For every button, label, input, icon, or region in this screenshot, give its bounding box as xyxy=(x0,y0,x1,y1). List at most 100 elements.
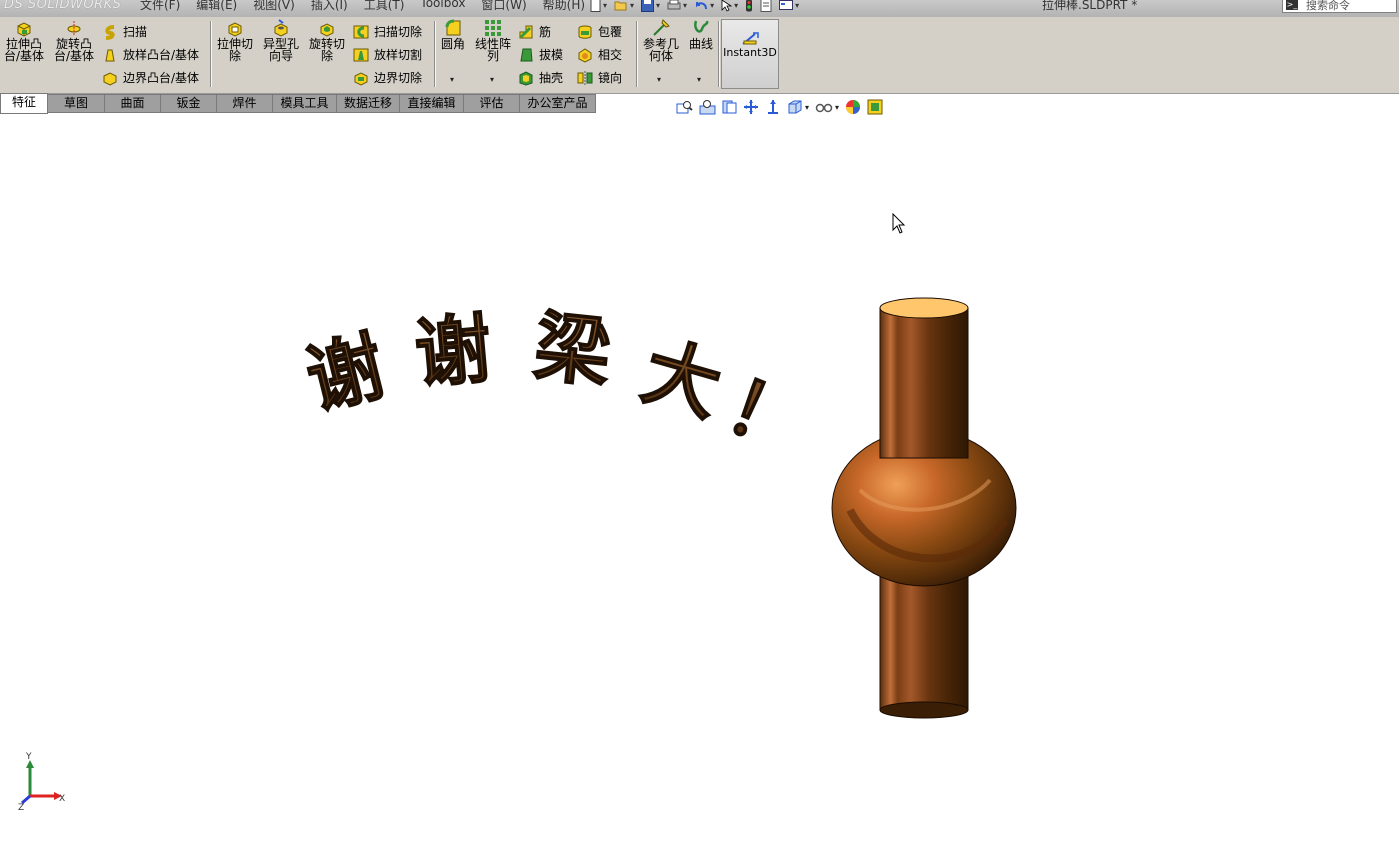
menu-help[interactable]: 帮助(H) xyxy=(543,0,585,13)
swept-cut-icon xyxy=(353,25,369,38)
save-icon xyxy=(641,0,655,12)
rib-button[interactable]: 筋 xyxy=(518,23,551,40)
draft-button[interactable]: 拔模 xyxy=(518,46,563,63)
tab-surfaces[interactable]: 曲面 xyxy=(105,94,161,113)
menu-toolbox[interactable]: Toolbox xyxy=(420,0,465,13)
upper-cylinder xyxy=(879,307,969,459)
solidworks-logo: DS SOLIDWORKS xyxy=(4,0,122,12)
menu-file[interactable]: 文件(F) xyxy=(140,0,180,13)
quick-access-toolbar: ▾ ▾ ▾ ▾ ▾ ▾ ▾ xyxy=(588,0,801,12)
swept-cut-button[interactable]: 扫描切除 xyxy=(353,23,422,40)
document-properties-icon xyxy=(760,0,772,12)
hole-wizard-label: 异型孔 向导 xyxy=(263,37,300,63)
open-folder-icon xyxy=(614,1,627,11)
revolved-boss-button[interactable]: 旋转凸 台/基体 xyxy=(54,19,94,62)
lofted-cut-button[interactable]: 放样切割 xyxy=(353,46,422,63)
boundary-cut-label: 边界切除 xyxy=(374,71,423,85)
rib-label: 筋 xyxy=(539,25,552,39)
revolved-cut-icon xyxy=(320,23,334,37)
boundary-boss-button[interactable]: 边界凸台/基体 xyxy=(102,69,199,86)
reference-geometry-label: 参考几 何体 xyxy=(643,37,680,63)
reference-geometry-dropdown-arrow[interactable]: ▾ xyxy=(657,75,661,84)
tab-office-products[interactable]: 办公室产品 xyxy=(520,94,596,113)
print-icon xyxy=(667,0,681,10)
display-style-button[interactable]: ▾ xyxy=(787,99,809,115)
undo-button[interactable]: ▾ xyxy=(692,0,716,12)
linear-pattern-dropdown-arrow[interactable]: ▾ xyxy=(490,75,494,84)
cube-display-icon xyxy=(788,100,802,114)
previous-view-button[interactable] xyxy=(722,99,737,115)
menu-window[interactable]: 窗口(W) xyxy=(481,0,526,13)
search-commands-input[interactable]: >_ 搜索命令 xyxy=(1282,0,1397,13)
zoom-to-area-button[interactable] xyxy=(699,99,716,115)
file-properties-button[interactable] xyxy=(758,0,774,12)
heads-up-view-toolbar: ▾ ▾ xyxy=(676,99,883,115)
new-document-button[interactable]: ▾ xyxy=(588,0,609,12)
open-button[interactable]: ▾ xyxy=(612,0,636,12)
document-title: 拉伸棒.SLDPRT * xyxy=(1042,0,1138,12)
menu-tools[interactable]: 工具(T) xyxy=(364,0,405,13)
print-button[interactable]: ▾ xyxy=(665,0,689,12)
select-button[interactable]: ▾ xyxy=(719,0,740,12)
lofted-boss-button[interactable]: 放样凸台/基体 xyxy=(102,46,199,63)
curves-dropdown-arrow[interactable]: ▾ xyxy=(697,75,701,84)
mirror-button[interactable]: 镜向 xyxy=(577,69,622,86)
boundary-cut-button[interactable]: 边界切除 xyxy=(353,69,422,86)
tab-direct-editing[interactable]: 直接编辑 xyxy=(400,94,464,113)
curves-icon xyxy=(694,20,709,33)
tab-sheet-metal[interactable]: 钣金 xyxy=(161,94,217,113)
swept-boss-button[interactable]: 扫描 xyxy=(102,23,147,40)
boundary-boss-label: 边界凸台/基体 xyxy=(123,71,200,85)
view-orientation-icon xyxy=(768,100,778,114)
instant3d-button[interactable]: Instant3D xyxy=(721,19,779,89)
options-button[interactable]: ▾ xyxy=(777,0,801,12)
linear-pattern-icon xyxy=(485,20,501,36)
boundary-boss-icon xyxy=(103,71,117,86)
view-orientation-button[interactable] xyxy=(765,99,781,115)
swept-boss-label: 扫描 xyxy=(123,25,148,39)
hide-show-items-button[interactable]: ▾ xyxy=(815,99,839,115)
greeting-char: ！ xyxy=(714,361,810,460)
save-button[interactable]: ▾ xyxy=(639,0,662,12)
extruded-cut-button[interactable]: 拉伸切 除 xyxy=(217,19,253,62)
tab-sketch[interactable]: 草图 xyxy=(48,94,105,113)
hole-wizard-button[interactable]: 异型孔 向导 xyxy=(263,19,299,62)
tab-evaluate[interactable]: 评估 xyxy=(464,94,520,113)
zoom-to-fit-button[interactable] xyxy=(676,99,693,115)
menu-view[interactable]: 视图(V) xyxy=(253,0,295,13)
fillet-dropdown-arrow[interactable]: ▾ xyxy=(450,75,454,84)
reference-geometry-icon xyxy=(653,19,670,36)
rebuild-button[interactable] xyxy=(743,0,755,12)
search-placeholder: 搜索命令 xyxy=(1306,0,1350,12)
lofted-cut-icon xyxy=(353,48,369,61)
lofted-cut-label: 放样切割 xyxy=(374,48,423,62)
edit-appearance-button[interactable] xyxy=(845,99,861,115)
tab-data-migration[interactable]: 数据迁移 xyxy=(337,94,400,113)
extruded-boss-label: 拉伸凸 台/基体 xyxy=(4,37,45,63)
tab-mold-tools[interactable]: 模具工具 xyxy=(273,94,337,113)
options-icon xyxy=(779,0,794,10)
linear-pattern-button[interactable]: 线性阵 列 xyxy=(475,19,511,62)
reference-geometry-button[interactable]: 参考几 何体 xyxy=(643,19,679,62)
fillet-button[interactable]: 圆角 xyxy=(441,19,465,50)
curves-button[interactable]: 曲线 xyxy=(689,19,713,50)
traffic-light-icon xyxy=(746,0,753,11)
apply-scene-button[interactable] xyxy=(867,99,883,115)
title-bar: DS SOLIDWORKS 文件(F) 编辑(E) 视图(V) 插入(I) 工具… xyxy=(0,0,1399,18)
lower-cylinder-bottom-edge xyxy=(879,701,969,719)
revolved-cut-button[interactable]: 旋转切 除 xyxy=(309,19,345,62)
tab-weldments[interactable]: 焊件 xyxy=(217,94,273,113)
triad-x-label: X xyxy=(59,794,65,804)
extruded-boss-button[interactable]: 拉伸凸 台/基体 xyxy=(4,19,44,62)
tab-features[interactable]: 特征 xyxy=(0,93,48,114)
command-manager-ribbon: 拉伸凸 台/基体 旋转凸 台/基体 扫描 放样凸台/基体 边界凸台/基体 拉伸切… xyxy=(0,17,1399,94)
instant3d-icon xyxy=(742,32,759,45)
greeting-char: 大 xyxy=(633,326,731,433)
intersect-button[interactable]: 相交 xyxy=(577,46,622,63)
menu-insert[interactable]: 插入(I) xyxy=(311,0,348,13)
section-view-button[interactable] xyxy=(743,99,759,115)
wrap-button[interactable]: 包覆 xyxy=(577,23,622,40)
shell-button[interactable]: 抽壳 xyxy=(518,69,563,86)
appearance-ball-icon xyxy=(846,100,861,114)
menu-edit[interactable]: 编辑(E) xyxy=(196,0,237,13)
